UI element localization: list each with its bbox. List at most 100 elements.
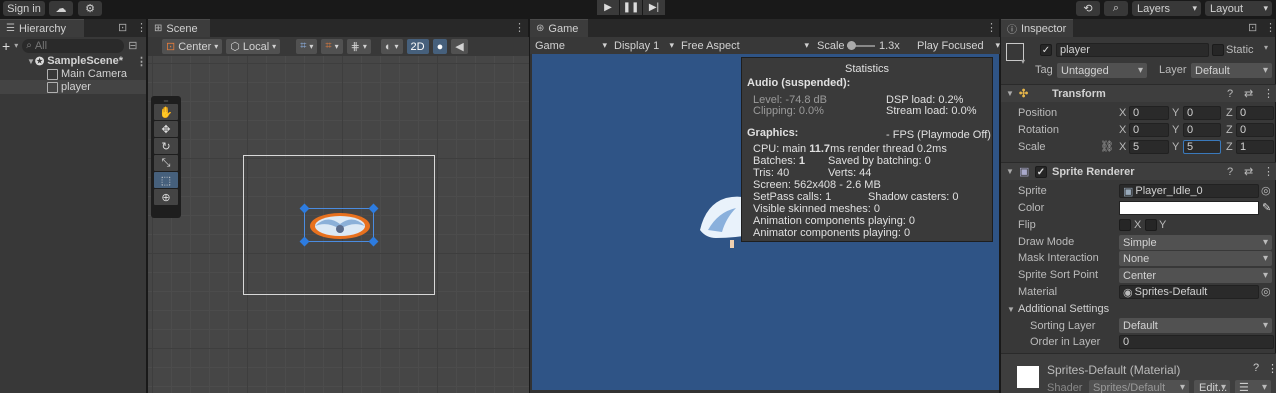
transform-tool-icon[interactable]: ⊕ xyxy=(154,189,178,205)
color-swatch[interactable] xyxy=(1119,201,1259,215)
grid-snap-button[interactable]: ⌗ ▾ xyxy=(296,39,318,54)
tag-dropdown[interactable]: Untagged xyxy=(1057,63,1147,78)
order-in-layer-field[interactable]: 0 xyxy=(1119,335,1274,349)
hierarchy-search-input[interactable]: ⌕ All xyxy=(22,38,125,53)
sorting-layer-dropdown[interactable]: Default xyxy=(1119,318,1272,333)
kebab-menu-icon[interactable]: ⋮ xyxy=(1263,165,1274,178)
tab-hierarchy[interactable]: ☰ Hierarchy xyxy=(0,19,84,37)
add-icon[interactable]: + xyxy=(2,38,10,54)
rect-transform-gizmo[interactable] xyxy=(299,203,379,247)
kebab-menu-icon[interactable]: ⋮ xyxy=(136,55,147,68)
kebab-menu-icon[interactable]: ⋮ xyxy=(514,21,525,34)
object-picker-icon[interactable]: ◎ xyxy=(1261,184,1271,197)
sprite-renderer-enabled-checkbox[interactable]: ✓ xyxy=(1035,166,1047,178)
scale-z-field[interactable]: 1 xyxy=(1236,140,1274,154)
play-button[interactable]: ▶ xyxy=(597,0,619,15)
static-checkbox[interactable] xyxy=(1212,44,1224,56)
list-item[interactable]: ▼ ✪ SampleScene* ⋮ xyxy=(0,54,147,68)
eyedropper-icon[interactable]: ✎ xyxy=(1262,201,1271,214)
filter-icon[interactable]: ⊟ xyxy=(128,39,137,52)
kebab-menu-icon[interactable]: ⋮ xyxy=(1265,21,1276,34)
pivot-center-dropdown[interactable]: ⊡ Center ▾ xyxy=(162,39,223,54)
active-checkbox[interactable]: ✓ xyxy=(1040,44,1052,56)
sprite-object-field[interactable]: ▣ Player_Idle_0 xyxy=(1119,184,1259,198)
collab-icon[interactable]: ⚙ xyxy=(78,1,102,16)
scale-slider[interactable] xyxy=(847,41,875,50)
scale-x-field[interactable]: 5 xyxy=(1129,140,1169,154)
draw-mode-button[interactable]: ◐ ▾ xyxy=(380,39,403,54)
material-object-field[interactable]: ◉ Sprites-Default xyxy=(1119,285,1259,299)
2d-toggle[interactable]: 2D xyxy=(406,39,429,54)
rotation-z-field[interactable]: 0 xyxy=(1236,123,1274,137)
position-x-field[interactable]: 0 xyxy=(1129,106,1169,120)
additional-settings-foldout[interactable]: Additional Settings xyxy=(1018,303,1109,315)
draw-mode-dropdown[interactable]: Simple xyxy=(1119,235,1272,250)
position-z-field[interactable]: 0 xyxy=(1236,106,1274,120)
lock-icon[interactable]: ⊡ xyxy=(1248,21,1257,34)
rotation-x-field[interactable]: 0 xyxy=(1129,123,1169,137)
lighting-toggle[interactable]: ● xyxy=(432,39,448,54)
sign-in-button[interactable]: Sign in xyxy=(3,1,45,16)
scale-y-field[interactable]: 5 xyxy=(1183,140,1221,154)
kebab-menu-icon[interactable]: ⋮ xyxy=(136,21,147,34)
help-icon[interactable]: ? xyxy=(1253,362,1259,374)
play-focused-dropdown[interactable]: Play Focused ▾ xyxy=(917,40,1000,52)
step-button[interactable]: ▶| xyxy=(643,0,665,15)
layout-dropdown[interactable]: Layout ▾ xyxy=(1205,1,1272,16)
kebab-menu-icon[interactable]: ⋮ xyxy=(986,21,997,34)
rect-tool-icon[interactable]: ⬚ xyxy=(154,172,178,188)
display-dropdown[interactable]: Display 1 ▾ xyxy=(614,40,674,52)
list-item[interactable]: player xyxy=(0,80,146,94)
chevron-down-icon[interactable]: ▾ xyxy=(1021,57,1025,66)
flip-x-checkbox[interactable] xyxy=(1119,219,1131,231)
lock-icon[interactable]: ⊡ xyxy=(118,21,127,34)
list-item[interactable]: Main Camera xyxy=(0,67,146,81)
foldout-arrow-icon[interactable]: ▼ xyxy=(1007,305,1015,314)
cloud-icon[interactable]: ☁ xyxy=(49,1,73,16)
foldout-arrow-icon[interactable]: ▼ xyxy=(1006,167,1014,176)
history-icon[interactable]: ⟲ xyxy=(1076,1,1100,16)
kebab-menu-icon[interactable]: ⋮ xyxy=(1263,87,1274,100)
hand-tool-icon[interactable]: ✋ xyxy=(154,104,178,120)
audio-toggle[interactable]: ◀ xyxy=(451,39,468,54)
slider-handle[interactable] xyxy=(847,41,856,50)
layer-dropdown[interactable]: Default xyxy=(1191,63,1272,78)
chevron-down-icon[interactable]: ▾ xyxy=(14,41,18,50)
object-picker-icon[interactable]: ◎ xyxy=(1261,285,1271,298)
aspect-dropdown[interactable]: Free Aspect ▾ xyxy=(681,40,809,52)
link-icon[interactable]: ⛓ xyxy=(1100,140,1114,153)
scene-viewport[interactable]: ═ ✋ ✥ ↻ ⤡ ⬚ ⊕ xyxy=(148,56,529,393)
object-name-field[interactable]: player xyxy=(1056,43,1209,57)
rotate-tool-icon[interactable]: ↻ xyxy=(154,138,178,154)
scale-tool-icon[interactable]: ⤡ xyxy=(154,155,178,171)
sprite-renderer-header[interactable]: ▼ ▣ ✓ Sprite Renderer ? ⇄ ⋮ xyxy=(1001,162,1276,180)
tab-game[interactable]: ⊛ Game xyxy=(530,19,588,37)
move-tool-icon[interactable]: ✥ xyxy=(154,121,178,137)
foldout-arrow-icon[interactable]: ▼ xyxy=(27,57,35,66)
grid-visibility-button[interactable]: ⋕ ▾ xyxy=(346,39,371,54)
flip-y-checkbox[interactable] xyxy=(1145,219,1157,231)
layers-dropdown[interactable]: Layers ▾ xyxy=(1132,1,1201,16)
pause-button[interactable]: ❚❚ xyxy=(620,0,642,15)
search-icon[interactable]: ⌕ xyxy=(1104,1,1128,16)
shader-dropdown[interactable]: Sprites/Default xyxy=(1089,380,1189,393)
mask-interaction-dropdown[interactable]: None xyxy=(1119,251,1272,266)
help-icon[interactable]: ? xyxy=(1227,166,1233,178)
palette-handle[interactable]: ═ xyxy=(154,99,178,105)
edit-shader-button[interactable]: Edit... xyxy=(1194,380,1230,393)
preset-icon[interactable]: ⇄ xyxy=(1244,87,1253,100)
tab-inspector[interactable]: ⓘ Inspector xyxy=(1001,19,1073,37)
rotation-y-field[interactable]: 0 xyxy=(1183,123,1221,137)
tab-scene[interactable]: ⊞ Scene xyxy=(148,19,210,37)
preset-icon[interactable]: ⇄ xyxy=(1244,165,1253,178)
help-icon[interactable]: ? xyxy=(1227,88,1233,100)
transform-header[interactable]: ▼ ✣ Transform ? ⇄ ⋮ xyxy=(1001,84,1276,102)
pivot-local-dropdown[interactable]: ⬡ Local ▾ xyxy=(226,39,281,54)
snap-increment-button[interactable]: ⌗ ▾ xyxy=(321,39,343,54)
chevron-down-icon[interactable]: ▾ xyxy=(1264,43,1268,52)
position-y-field[interactable]: 0 xyxy=(1183,106,1221,120)
game-view-dropdown[interactable]: Game ▾ xyxy=(535,40,607,52)
kebab-menu-icon[interactable]: ⋮ xyxy=(1267,362,1276,375)
shader-options-dropdown[interactable]: ☰ xyxy=(1235,380,1271,393)
foldout-arrow-icon[interactable]: ▼ xyxy=(1006,89,1014,98)
